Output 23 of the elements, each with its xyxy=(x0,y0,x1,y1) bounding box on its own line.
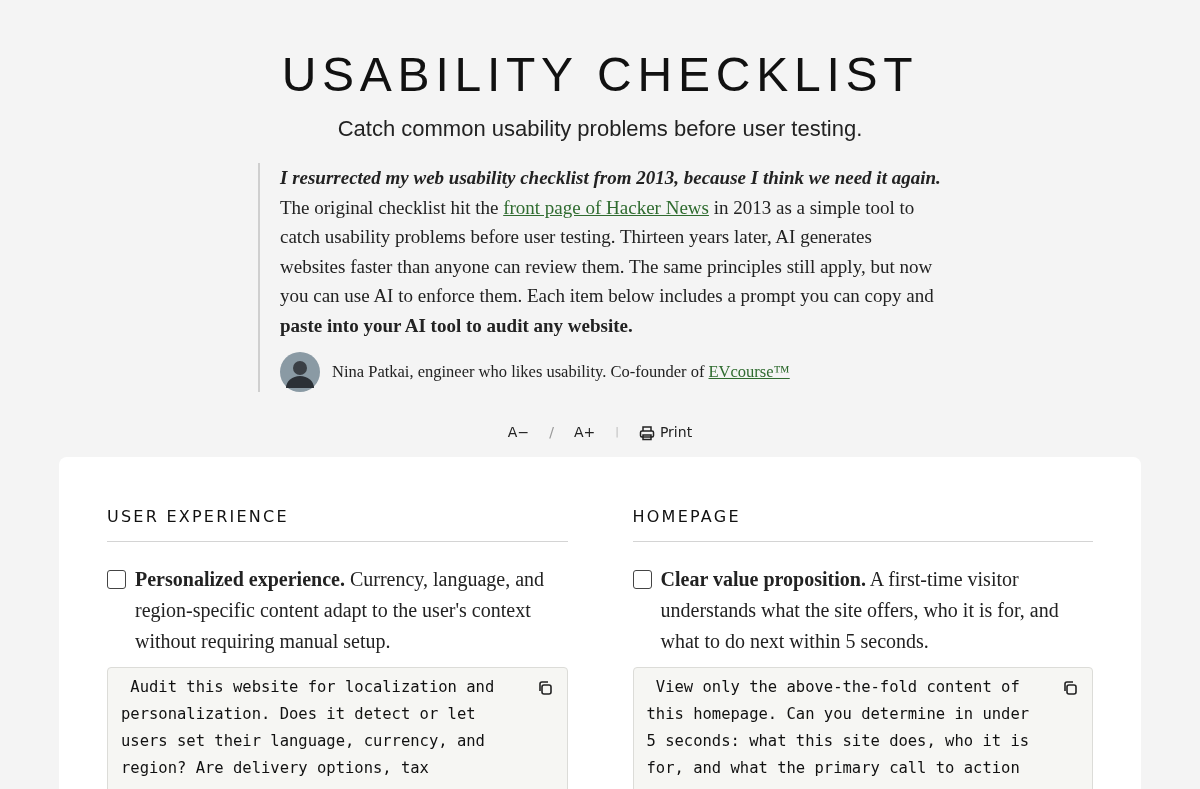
separator: / xyxy=(549,423,554,442)
author-byline: Nina Patkai, engineer who likes usability. Co-founder of EVcourse™ xyxy=(332,360,790,383)
checklist-item-text: Clear value proposition. A first-time visitor understands what the site offers, who it is for, and what to do next within 5 seconds. xyxy=(660,567,1060,654)
prompt-text: Audit this website for localization and personalization. Does it detect or let users set their language, currency, and region? Are delivery options, tax xyxy=(121,677,495,779)
copy-icon[interactable] xyxy=(1062,680,1078,696)
checkbox[interactable] xyxy=(107,570,126,589)
printer-icon xyxy=(638,424,655,441)
print-button[interactable]: Print xyxy=(638,422,693,443)
divider: | xyxy=(615,424,619,441)
decrease-font-button[interactable]: A− xyxy=(507,422,530,443)
checklist-item-text: Personalized experience. Currency, language, and region-specific content adapt to the user's context without requiring manual setup. xyxy=(135,567,546,655)
checkbox[interactable] xyxy=(632,570,652,589)
page-title: USABILITY CHECKLIST xyxy=(281,47,919,103)
prompt-text: View only the above-the-fold content of this homepage. Can you determine in under 5 seconds: what this site does, who it is for, and what the primary call to action xyxy=(646,677,1030,779)
section-heading: USER EXPERIENCE xyxy=(107,505,568,542)
avatar xyxy=(280,352,320,392)
hacker-news-link[interactable]: front page of Hacker News xyxy=(503,196,709,218)
section-heading: HOMEPAGE xyxy=(632,505,1093,542)
copy-icon[interactable] xyxy=(536,680,553,696)
intro-paragraph: I resurrected my web usability checklist from 2013, because I think we need it again. The original checklist hit the front page of Hacker News in 2013 as a simple tool to catch usability problems before user testing. Thirteen years later, AI generates websites faster than anyone can review them. The same principles still apply, but now you can use AI to enforce them. Each item below includes a prompt you can copy and paste into your AI tool to audit any website. xyxy=(280,166,942,338)
page-subtitle: Catch common usability problems before user testing. xyxy=(337,115,863,143)
evcourse-link[interactable]: EVcourse™ xyxy=(708,361,790,381)
increase-font-button[interactable]: A+ xyxy=(573,422,596,443)
